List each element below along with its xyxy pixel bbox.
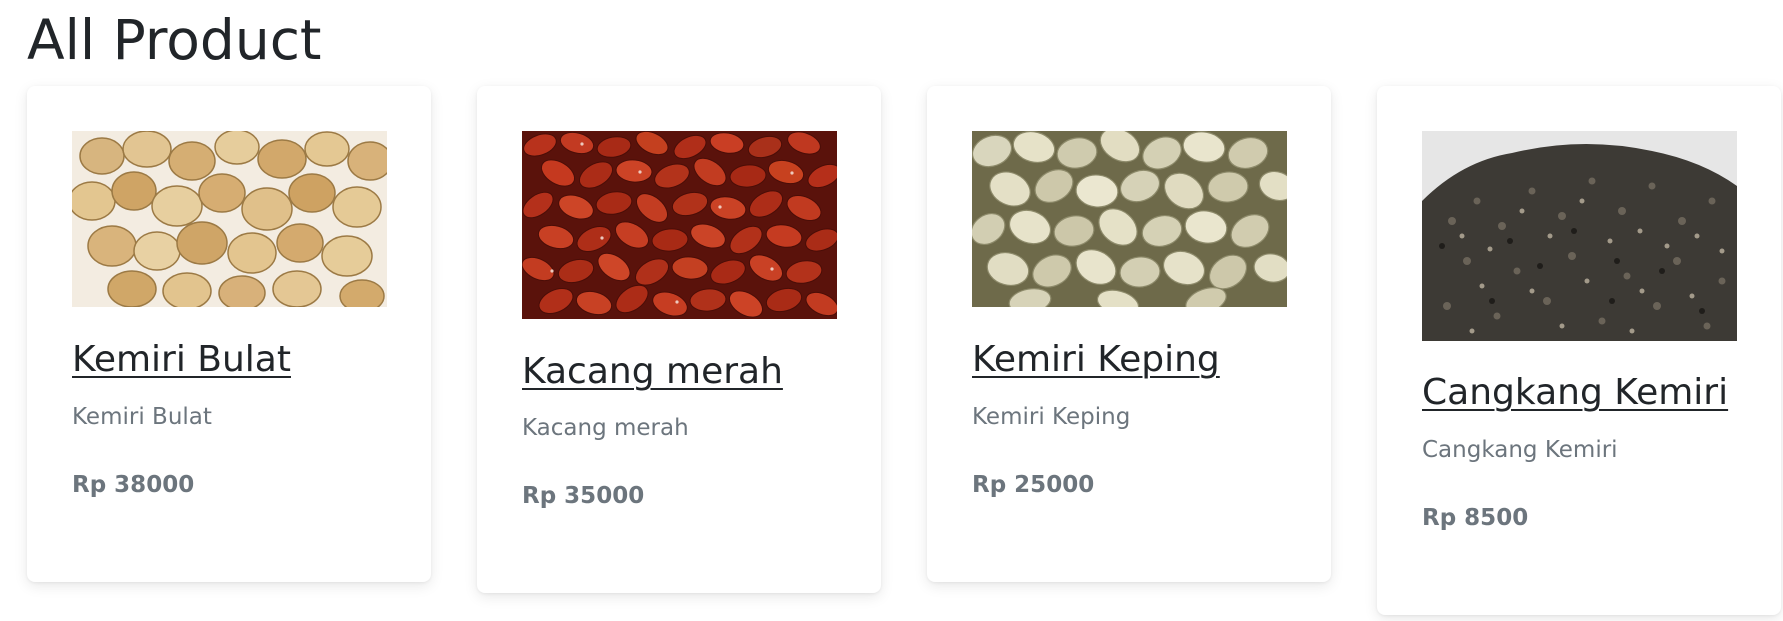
product-title-link[interactable]: Kemiri Keping xyxy=(972,339,1220,380)
product-title-link[interactable]: Cangkang Kemiri xyxy=(1422,372,1728,413)
product-price: Rp 38000 xyxy=(72,472,195,498)
kacang-merah-image xyxy=(522,131,837,319)
kemiri-keping-image xyxy=(972,131,1287,307)
product-description: Kemiri Bulat xyxy=(72,404,212,430)
product-description: Cangkang Kemiri xyxy=(1422,437,1618,463)
product-description: Kacang merah xyxy=(522,415,689,441)
cangkang-kemiri-image xyxy=(1422,131,1737,341)
product-description: Kemiri Keping xyxy=(972,404,1131,430)
page-title: All Product xyxy=(27,8,322,72)
product-card-cangkang-kemiri: Cangkang Kemiri Cangkang Kemiri Rp 8500 xyxy=(1377,86,1781,615)
product-price: Rp 25000 xyxy=(972,472,1095,498)
product-price: Rp 8500 xyxy=(1422,505,1529,531)
product-card-kacang-merah: Kacang merah Kacang merah Rp 35000 xyxy=(477,86,881,593)
product-title-link[interactable]: Kemiri Bulat xyxy=(72,339,291,380)
product-price: Rp 35000 xyxy=(522,483,645,509)
product-card-kemiri-bulat: Kemiri Bulat Kemiri Bulat Rp 38000 xyxy=(27,86,431,582)
product-card-kemiri-keping: Kemiri Keping Kemiri Keping Rp 25000 xyxy=(927,86,1331,582)
kemiri-bulat-image xyxy=(72,131,387,307)
product-title-link[interactable]: Kacang merah xyxy=(522,351,783,392)
